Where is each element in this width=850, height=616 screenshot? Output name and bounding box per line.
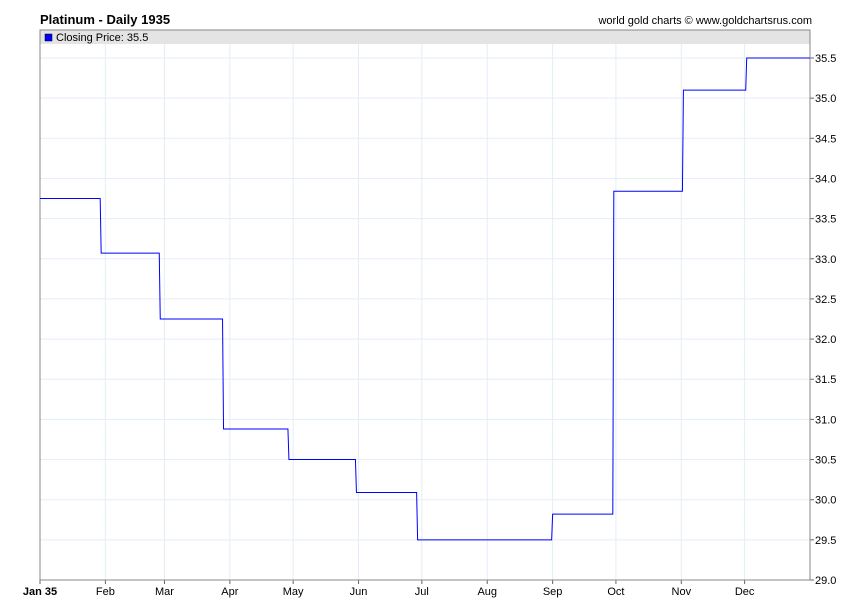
x-tick-label: Nov [672, 586, 692, 598]
plot-border [39, 29, 811, 581]
y-tick-label: 34.5 [815, 133, 836, 145]
legend-label: Closing Price: 35.5 [56, 32, 148, 44]
x-tick-label: Mar [155, 586, 174, 598]
x-tick-label: Apr [221, 586, 238, 598]
y-tick-label: 35.0 [815, 93, 836, 105]
x-tick-label: Dec [735, 586, 755, 598]
legend-band [40, 30, 810, 44]
x-tick-label: Jun [350, 586, 368, 598]
x-tick-label: Aug [477, 586, 497, 598]
x-tick-label: Oct [607, 586, 624, 598]
x-tick-label: May [283, 586, 304, 598]
x-tick-label: Jul [415, 586, 429, 598]
y-tick-label: 34.0 [815, 173, 836, 185]
x-tick-label: Feb [96, 586, 115, 598]
legend-swatch [44, 33, 53, 42]
y-tick-label: 29.5 [815, 535, 836, 547]
y-tick-label: 35.5 [815, 53, 836, 65]
y-tick-label: 33.0 [815, 254, 836, 266]
y-tick-label: 30.5 [815, 455, 836, 467]
x-tick-label: Sep [543, 586, 563, 598]
y-tick-label: 32.5 [815, 294, 836, 306]
y-tick-label: 32.0 [815, 334, 836, 346]
x-tick-label: Jan 35 [23, 586, 57, 598]
y-tick-label: 29.0 [815, 575, 836, 587]
y-tick-label: 30.0 [815, 495, 836, 507]
price-chart: Jan 35 Feb Mar Apr May Jun Jul Aug Sep Oct Nov Dec 2… [23, 29, 836, 598]
y-tick-label: 31.5 [815, 374, 836, 386]
y-tick-label: 31.0 [815, 414, 836, 426]
chart-container: Platinum - Daily 1935 world gold charts … [0, 0, 850, 616]
y-tick-label: 33.5 [815, 214, 836, 226]
